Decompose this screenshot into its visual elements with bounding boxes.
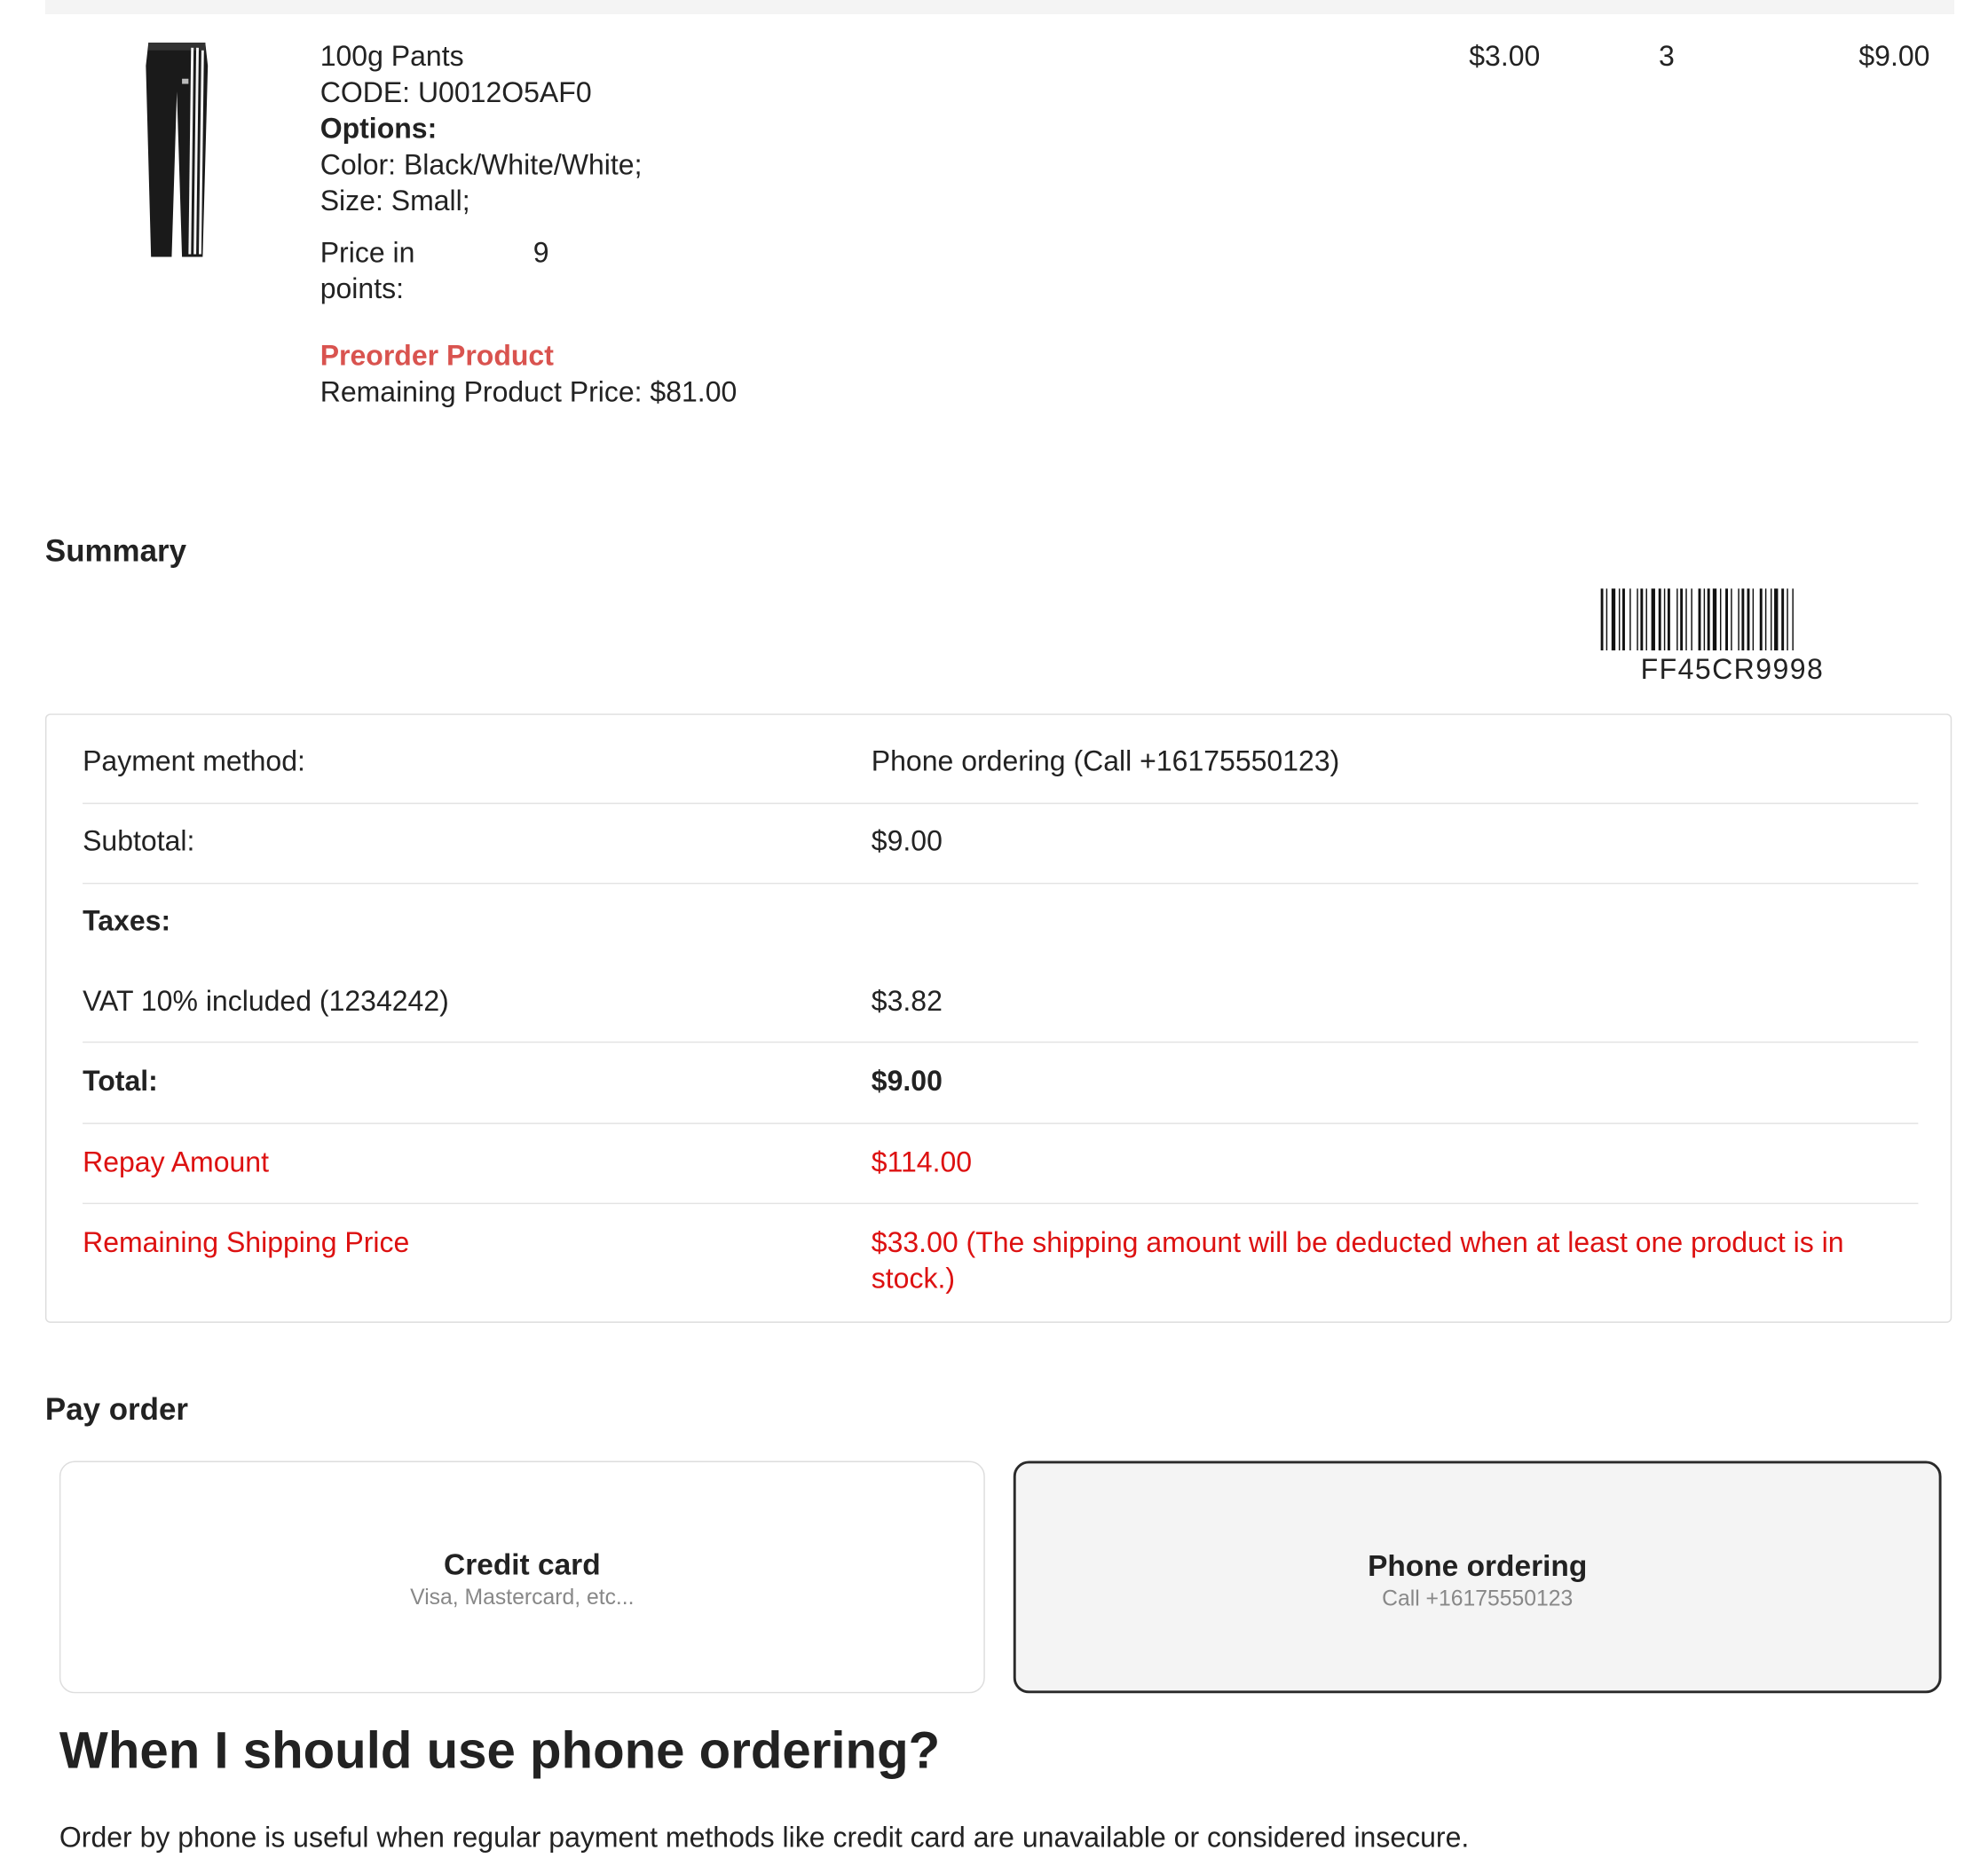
faq-title: When I should use phone ordering?: [59, 1722, 941, 1780]
summary-row-taxes: Taxes:: [83, 903, 1918, 963]
option-size: Size: Small;: [320, 184, 470, 217]
barcode-bar: [1759, 588, 1763, 651]
barcode-icon: [1600, 588, 1794, 651]
product-info: 100g Pants CODE: U0012O5AF0 Options: Col…: [320, 39, 991, 411]
barcode-bar: [1629, 588, 1631, 651]
payment-method-value: Phone ordering (Call +16175550123): [871, 744, 1340, 777]
summary-row-remaining-shipping: Remaining Shipping Price $33.00 (The shi…: [83, 1224, 1918, 1296]
pay-method-credit-card[interactable]: Credit card Visa, Mastercard, etc...: [59, 1460, 985, 1694]
barcode-bar: [1707, 588, 1710, 651]
remaining-shipping-label: Remaining Shipping Price: [83, 1225, 410, 1259]
vat-label: VAT 10% included (1234242): [83, 984, 449, 1018]
barcode-bar: [1658, 588, 1661, 651]
barcode-bar: [1792, 588, 1794, 651]
points-row: Price in points: 9: [320, 235, 991, 307]
pants-image: [146, 42, 209, 257]
summary-row-payment-method: Payment method: Phone ordering (Call +16…: [83, 744, 1919, 805]
barcode-bar: [1640, 588, 1644, 651]
payment-method-label: Payment method:: [83, 744, 305, 777]
remaining-product-price: Remaining Product Price: $81.00: [320, 375, 738, 408]
barcode-bar: [1731, 588, 1732, 651]
barcode-bar: [1781, 588, 1785, 651]
total-label: Total:: [83, 1064, 158, 1098]
barcode-bar: [1611, 588, 1616, 651]
order-details-page: 100g Pants CODE: U0012O5AF0 Options: Col…: [0, 0, 1988, 1858]
product-row: 100g Pants CODE: U0012O5AF0 Options: Col…: [45, 14, 1954, 453]
points-label: Price in points:: [320, 235, 533, 307]
barcode-bar: [1738, 588, 1740, 651]
line-total: $9.00: [1858, 40, 1930, 73]
pay-order-title: Pay order: [44, 1392, 188, 1428]
subtotal-value: $9.00: [871, 824, 943, 857]
product-name: 100g Pants: [320, 40, 464, 73]
phone-ordering-subtitle: Call +16175550123: [1382, 1586, 1574, 1611]
phone-ordering-title: Phone ordering: [1368, 1548, 1588, 1583]
barcode-bar: [1618, 588, 1621, 651]
barcode-bar: [1676, 588, 1678, 651]
barcode-bar: [1622, 588, 1625, 651]
barcode-bar: [1752, 588, 1755, 651]
barcode-bar: [1651, 588, 1655, 651]
vat-value: $3.82: [871, 984, 943, 1018]
remaining-shipping-value: $33.00 (The shipping amount will be dedu…: [871, 1225, 1844, 1295]
barcode-bar: [1691, 588, 1692, 651]
barcode-bar: [1667, 588, 1670, 651]
summary-row-total: Total: $9.00: [83, 1064, 1919, 1124]
barcode-bar: [1663, 588, 1666, 651]
repay-label: Repay Amount: [83, 1146, 269, 1178]
taxes-label: Taxes:: [83, 904, 171, 937]
preorder-label: Preorder Product: [320, 339, 554, 372]
barcode-bar: [1703, 588, 1706, 651]
barcode-bar: [1645, 588, 1647, 651]
faq-text: Order by phone is useful when regular pa…: [59, 1821, 1470, 1854]
quantity: 3: [1659, 40, 1675, 73]
summary-row-subtotal: Subtotal: $9.00: [83, 823, 1919, 885]
pay-method-phone-ordering[interactable]: Phone ordering Call +16175550123: [1013, 1460, 1942, 1694]
points-value: 9: [532, 236, 549, 269]
barcode-bar: [1741, 588, 1745, 651]
points-label-line-1: Price in: [320, 236, 415, 269]
barcode-bar: [1600, 588, 1604, 651]
repay-value: $114.00: [871, 1146, 973, 1178]
subtotal-label: Subtotal:: [83, 824, 195, 857]
table-header-band: [44, 0, 1955, 14]
barcode-bar: [1719, 588, 1722, 651]
barcode-bar: [1680, 588, 1684, 651]
product-code: CODE: U0012O5AF0: [320, 75, 592, 109]
credit-card-title: Credit card: [444, 1547, 601, 1581]
barcode-bar: [1685, 588, 1687, 651]
summary-row-vat: VAT 10% included (1234242) $3.82: [83, 983, 1919, 1043]
barcode-bar: [1698, 588, 1701, 651]
barcode-bar: [1747, 588, 1750, 651]
summary-row-repay: Repay Amount $114.00: [83, 1145, 1919, 1205]
options-label: Options:: [320, 112, 438, 145]
barcode-bar: [1605, 588, 1608, 651]
barcode-bar: [1764, 588, 1767, 651]
barcode-bar: [1774, 588, 1779, 651]
points-label-line-2: points:: [320, 272, 405, 305]
barcode-text: FF45CR9998: [1640, 652, 1825, 686]
total-value: $9.00: [871, 1064, 943, 1098]
summary-table: Payment method: Phone ordering (Call +16…: [44, 713, 1952, 1323]
unit-price: $3.00: [1469, 40, 1541, 73]
credit-card-subtitle: Visa, Mastercard, etc...: [410, 1585, 635, 1610]
order-barcode: FF45CR9998: [1600, 588, 1865, 687]
option-color: Color: Black/White/White;: [320, 148, 643, 181]
summary-title: Summary: [44, 534, 187, 570]
barcode-bar: [1725, 588, 1728, 651]
barcode-bar: [1712, 588, 1717, 651]
